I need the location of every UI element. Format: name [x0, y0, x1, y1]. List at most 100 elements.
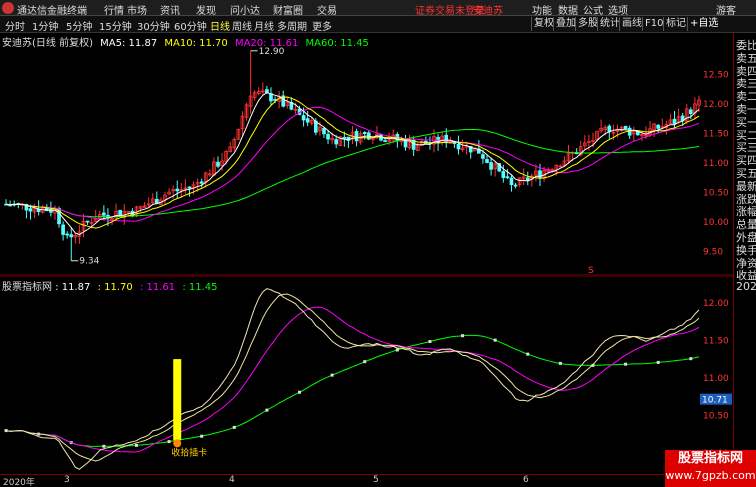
- candle-body: [656, 124, 661, 129]
- candle-body: [199, 181, 204, 184]
- signal-label: 收拾插卡: [171, 446, 207, 458]
- candle-body: [623, 125, 628, 130]
- menu-formula[interactable]: 公式: [583, 2, 603, 17]
- candle-body: [118, 209, 122, 217]
- candle-body: [155, 198, 159, 204]
- indicator-dot: [428, 340, 432, 344]
- menu-news[interactable]: 资讯: [160, 2, 180, 17]
- kline-chart[interactable]: 12.5012.0011.5011.0010.5010.009.5012.909…: [0, 33, 733, 276]
- menu-market-quotes[interactable]: 行情: [104, 2, 124, 17]
- indicator-chart[interactable]: 12.0011.5011.0010.5010.00收拾插卡10.71: [0, 276, 733, 474]
- candle-body: [334, 139, 339, 145]
- candle-body: [456, 143, 461, 150]
- candle-body: [489, 162, 493, 170]
- candle-body: [69, 234, 74, 238]
- period-1min[interactable]: 1分钟: [32, 18, 58, 33]
- candle-body: [61, 224, 65, 235]
- indicator-dot: [134, 443, 138, 447]
- indicator-dot: [526, 352, 530, 356]
- price-tick-label: 10.00: [703, 218, 729, 228]
- menu-data[interactable]: 数据: [558, 2, 578, 17]
- date-axis: 2020年 3 4 5 6: [0, 474, 733, 487]
- candle-body: [354, 130, 359, 142]
- app-logo-icon: [2, 2, 14, 14]
- price-tick-label: 11.50: [703, 129, 729, 139]
- ma5-value: MA5: 11.87: [100, 38, 158, 49]
- ma60-value: MA60: 11.45: [305, 38, 369, 49]
- candle-body: [305, 118, 310, 123]
- period-weekly[interactable]: 周线: [232, 18, 252, 33]
- indicator-tick-label: 11.50: [703, 336, 729, 346]
- period-15min[interactable]: 15分钟: [99, 18, 132, 33]
- candle-body: [28, 208, 33, 212]
- ma5-line: [5, 92, 700, 236]
- candle-body: [672, 118, 677, 125]
- candle-body: [322, 127, 326, 135]
- period-multi[interactable]: 多周期: [277, 18, 307, 33]
- indicator-dot: [624, 362, 628, 366]
- signal-bar: [173, 359, 182, 441]
- add-watchlist-button[interactable]: +自选: [687, 17, 720, 31]
- indicator-v3: : 11.61: [139, 282, 176, 293]
- date-label-3: 3: [64, 475, 70, 485]
- menu-functions[interactable]: 功能: [532, 2, 552, 17]
- indicator-dot: [461, 334, 465, 338]
- price-tick-label: 10.50: [703, 188, 729, 198]
- menu-ask[interactable]: 问小达: [230, 2, 260, 17]
- indicator-tick-label: 10.50: [703, 411, 729, 421]
- candle-body: [269, 93, 273, 102]
- indicator-tick-label: 11.00: [703, 374, 729, 384]
- indicator-dot: [656, 360, 660, 364]
- menu-discover[interactable]: 发现: [196, 2, 216, 17]
- candle-body: [505, 176, 510, 179]
- candle-body: [452, 142, 457, 144]
- title-bar: 通达信金融终端 行情 市场 资讯 发现 问小达 财富圈 交易 证券交易未登录 安…: [0, 0, 756, 17]
- indicator-line-3: [5, 306, 700, 453]
- indicator-tick-label: 12.00: [703, 299, 729, 309]
- ma20-line: [5, 106, 700, 222]
- indicator-dot: [363, 360, 367, 364]
- date-label-5: 5: [373, 475, 379, 485]
- indicator-dot: [167, 440, 171, 444]
- menu-market[interactable]: 市场: [127, 2, 147, 17]
- menu-options[interactable]: 选项: [608, 2, 628, 17]
- indicator-dot: [689, 357, 693, 361]
- price-tick-label: 9.50: [703, 247, 723, 257]
- period-5min[interactable]: 5分钟: [66, 18, 92, 33]
- indicator-dot: [558, 361, 562, 365]
- candle-body: [513, 184, 518, 187]
- date-label-2020: 2020年: [3, 478, 35, 487]
- period-more[interactable]: 更多: [312, 18, 332, 33]
- guest-label[interactable]: 游客: [716, 2, 736, 17]
- indicator-legend: 股票指标网 : 11.87 : 11.70 : 11.61 : 11.45: [2, 278, 218, 293]
- period-intraday[interactable]: 分时: [5, 18, 25, 33]
- indicator-v4: : 11.45: [182, 282, 218, 293]
- draw-line-button[interactable]: 画线: [619, 17, 644, 31]
- main-legend: 安迪苏(日线 前复权) MA5: 11.87 MA10: 11.70 MA20:…: [2, 34, 369, 49]
- signal-icon: [173, 439, 182, 448]
- indicator-dot: [298, 390, 302, 394]
- candle-body: [688, 109, 693, 114]
- candle-body: [501, 171, 506, 178]
- candle-body: [216, 161, 220, 167]
- period-30min[interactable]: 30分钟: [137, 18, 170, 33]
- date-label-4: 4: [229, 475, 235, 485]
- menu-wealth[interactable]: 财富圈: [273, 2, 303, 17]
- low-price-label: 9.34: [79, 257, 99, 267]
- candle-body: [85, 220, 90, 223]
- f10-button[interactable]: F10: [642, 17, 665, 31]
- indicator-dot: [102, 444, 106, 448]
- menu-trade[interactable]: 交易: [317, 2, 337, 17]
- candle-body: [187, 186, 192, 189]
- mark-button[interactable]: 标记: [663, 17, 688, 31]
- period-daily[interactable]: 日线: [210, 18, 230, 33]
- symbol-title: 安迪苏: [473, 6, 503, 17]
- candle-body: [65, 233, 70, 236]
- period-60min[interactable]: 60分钟: [174, 18, 207, 33]
- indicator-title: 股票指标网: [2, 282, 52, 293]
- price-tick-label: 12.50: [703, 70, 729, 80]
- price-tick-label: 11.00: [703, 159, 729, 169]
- main-legend-title: 安迪苏(日线 前复权): [2, 38, 93, 49]
- period-monthly[interactable]: 月线: [254, 18, 274, 33]
- indicator-dot: [493, 338, 497, 342]
